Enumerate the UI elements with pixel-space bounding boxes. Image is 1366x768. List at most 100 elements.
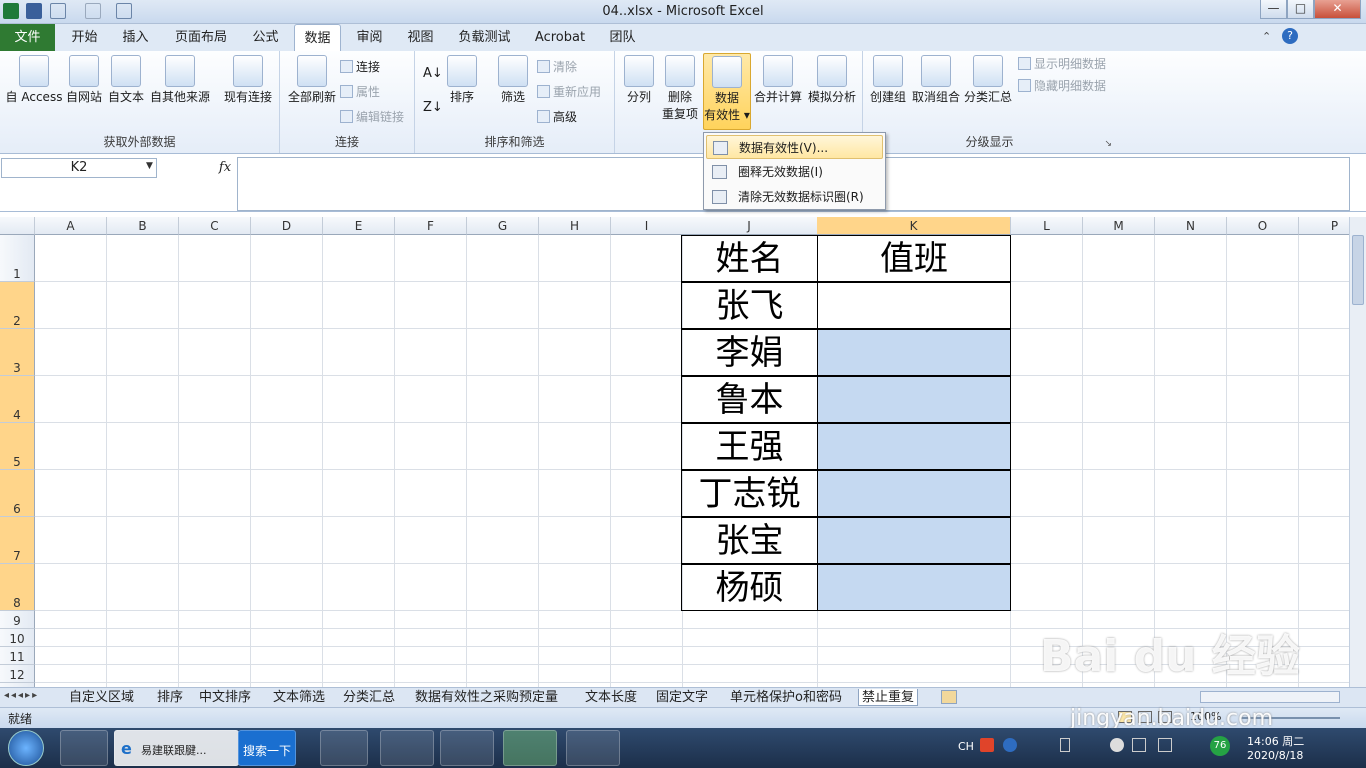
cell-j1-header[interactable]: 姓名 (681, 235, 818, 282)
group-button[interactable]: 创建组 (867, 53, 909, 106)
tab-acrobat[interactable]: Acrobat (530, 24, 590, 51)
cell-k1-header[interactable]: 值班 (817, 235, 1011, 282)
taskbar-baidu-netdisk-icon[interactable] (320, 730, 368, 766)
row-header-9[interactable]: 9 (0, 611, 35, 629)
cell-duty[interactable] (817, 564, 1011, 611)
vertical-scrollbar[interactable] (1349, 217, 1366, 687)
select-all-corner[interactable] (0, 217, 35, 235)
tab-review[interactable]: 审阅 (347, 24, 392, 51)
taskbar-search-button[interactable]: 搜索一下 (238, 730, 296, 766)
show-detail-button[interactable]: 显示明细数据 (1018, 55, 1106, 73)
tab-home[interactable]: 开始 (62, 24, 107, 51)
remove-duplicates-button[interactable]: 删除 重复项 (659, 53, 701, 123)
scroll-thumb[interactable] (1352, 235, 1364, 305)
cell-name[interactable]: 王强 (681, 423, 818, 470)
menu-item-clear-circles[interactable]: 清除无效数据标识圈(R) (706, 185, 883, 209)
security-badge[interactable]: 76 (1210, 736, 1230, 756)
row-header-4[interactable]: 4 (0, 376, 35, 423)
row-header-11[interactable]: 11 (0, 647, 35, 665)
sort-descending-icon[interactable]: Z↓ (423, 99, 443, 117)
sheet-tab[interactable]: 固定文字 (653, 689, 711, 706)
sogou-icon[interactable] (980, 738, 994, 752)
edit-links-button[interactable]: 编辑链接 (340, 108, 404, 126)
column-header-e[interactable]: E (323, 217, 395, 235)
qq-icon[interactable] (1110, 738, 1124, 752)
cell-duty[interactable] (817, 423, 1011, 470)
collapse-ribbon-icon[interactable]: ⌃ (1262, 30, 1274, 43)
data-validation-button[interactable]: 数据 有效性 ▾ (703, 53, 751, 130)
cell-name[interactable]: 李娟 (681, 329, 818, 376)
clock-date[interactable]: 2020/8/18 (1247, 749, 1303, 762)
horizontal-scrollbar[interactable] (1200, 691, 1340, 703)
column-header-l[interactable]: L (1011, 217, 1083, 235)
reapply-button[interactable]: 重新应用 (537, 83, 601, 101)
minimize-button[interactable]: — (1260, 0, 1287, 19)
sheet-tab[interactable]: 单元格保护o和密码 (727, 689, 845, 706)
battery-icon[interactable] (1060, 738, 1070, 752)
existing-connections-button[interactable]: 现有连接 (220, 53, 276, 106)
sheet-tab[interactable]: 排序 (154, 689, 186, 706)
what-if-analysis-button[interactable]: 模拟分析 (805, 53, 859, 106)
taskbar-ie-window[interactable]: e 易建联跟腱... (114, 730, 239, 766)
volume-icon[interactable] (1132, 738, 1146, 752)
column-header-h[interactable]: H (539, 217, 611, 235)
row-header-7[interactable]: 7 (0, 517, 35, 564)
close-button[interactable]: ✕ (1314, 0, 1361, 19)
tab-file[interactable]: 文件 (0, 24, 55, 51)
cell-name[interactable]: 丁志锐 (681, 470, 818, 517)
insert-function-button[interactable]: fx (215, 158, 235, 178)
from-text-button[interactable]: 自文本 (105, 53, 147, 106)
from-access-button[interactable]: 自 Access (5, 53, 63, 106)
sheet-tab[interactable]: 禁止重复 (858, 689, 919, 706)
cell-name[interactable]: 杨硕 (681, 564, 818, 611)
column-header-k[interactable]: K (817, 217, 1011, 235)
worksheet-grid[interactable]: ABCDEFGHIJKLMNOP 12345678910111213 姓名 值班… (0, 217, 1349, 687)
taskbar-excel-icon[interactable] (503, 730, 557, 766)
clock-time[interactable]: 14:06 周二 (1247, 733, 1304, 749)
consolidate-button[interactable]: 合并计算 (753, 53, 803, 106)
clear-filter-button[interactable]: 清除 (537, 58, 577, 76)
cell-duty[interactable] (817, 376, 1011, 423)
row-header-3[interactable]: 3 (0, 329, 35, 376)
name-box-dropdown-icon[interactable]: ▼ (146, 161, 153, 171)
menu-item-circle-invalid[interactable]: 圈释无效数据(I) (706, 160, 883, 184)
cell-name[interactable]: 张飞 (681, 282, 818, 329)
dialog-launcher-icon[interactable]: ↘ (1104, 139, 1112, 149)
column-header-a[interactable]: A (35, 217, 107, 235)
tab-data[interactable]: 数据 (294, 24, 341, 51)
sheet-tab[interactable]: 中文排序 (196, 689, 254, 706)
taskbar-cloud-icon[interactable] (380, 730, 434, 766)
cell-duty[interactable] (817, 470, 1011, 517)
row-header-10[interactable]: 10 (0, 629, 35, 647)
sheet-tab[interactable]: 分类汇总 (340, 689, 398, 706)
from-other-sources-button[interactable]: 自其他来源 (147, 53, 213, 106)
sheet-tab[interactable]: 数据有效性之采购预定量 (412, 689, 561, 706)
column-header-d[interactable]: D (251, 217, 323, 235)
cell-duty[interactable] (817, 329, 1011, 376)
ungroup-button[interactable]: 取消组合 (911, 53, 961, 106)
column-header-o[interactable]: O (1227, 217, 1299, 235)
cell-name[interactable]: 张宝 (681, 517, 818, 564)
refresh-all-button[interactable]: 全部刷新 (284, 53, 340, 106)
taskbar-app-icon[interactable] (60, 730, 108, 766)
column-header-n[interactable]: N (1155, 217, 1227, 235)
menu-item-data-validation[interactable]: 数据有效性(V)... (706, 135, 883, 159)
row-header-6[interactable]: 6 (0, 470, 35, 517)
help-tray-icon[interactable] (1003, 738, 1017, 752)
tab-load-test[interactable]: 负载测试 (452, 24, 517, 51)
row-header-1[interactable]: 1 (0, 235, 35, 282)
column-header-f[interactable]: F (395, 217, 467, 235)
row-header-8[interactable]: 8 (0, 564, 35, 611)
sheet-tab[interactable]: 自定义区域 (66, 689, 137, 706)
column-header-g[interactable]: G (467, 217, 539, 235)
name-box[interactable]: K2 (1, 158, 157, 178)
hide-detail-button[interactable]: 隐藏明细数据 (1018, 77, 1106, 95)
row-header-5[interactable]: 5 (0, 423, 35, 470)
advanced-filter-button[interactable]: 高级 (537, 108, 577, 126)
taskbar-game-icon[interactable] (566, 730, 620, 766)
cell-name[interactable]: 鲁本 (681, 376, 818, 423)
column-header-m[interactable]: M (1083, 217, 1155, 235)
tab-page-layout[interactable]: 页面布局 (170, 24, 232, 51)
connections-button[interactable]: 连接 (340, 58, 380, 76)
sort-ascending-icon[interactable]: A↓ (423, 65, 443, 83)
